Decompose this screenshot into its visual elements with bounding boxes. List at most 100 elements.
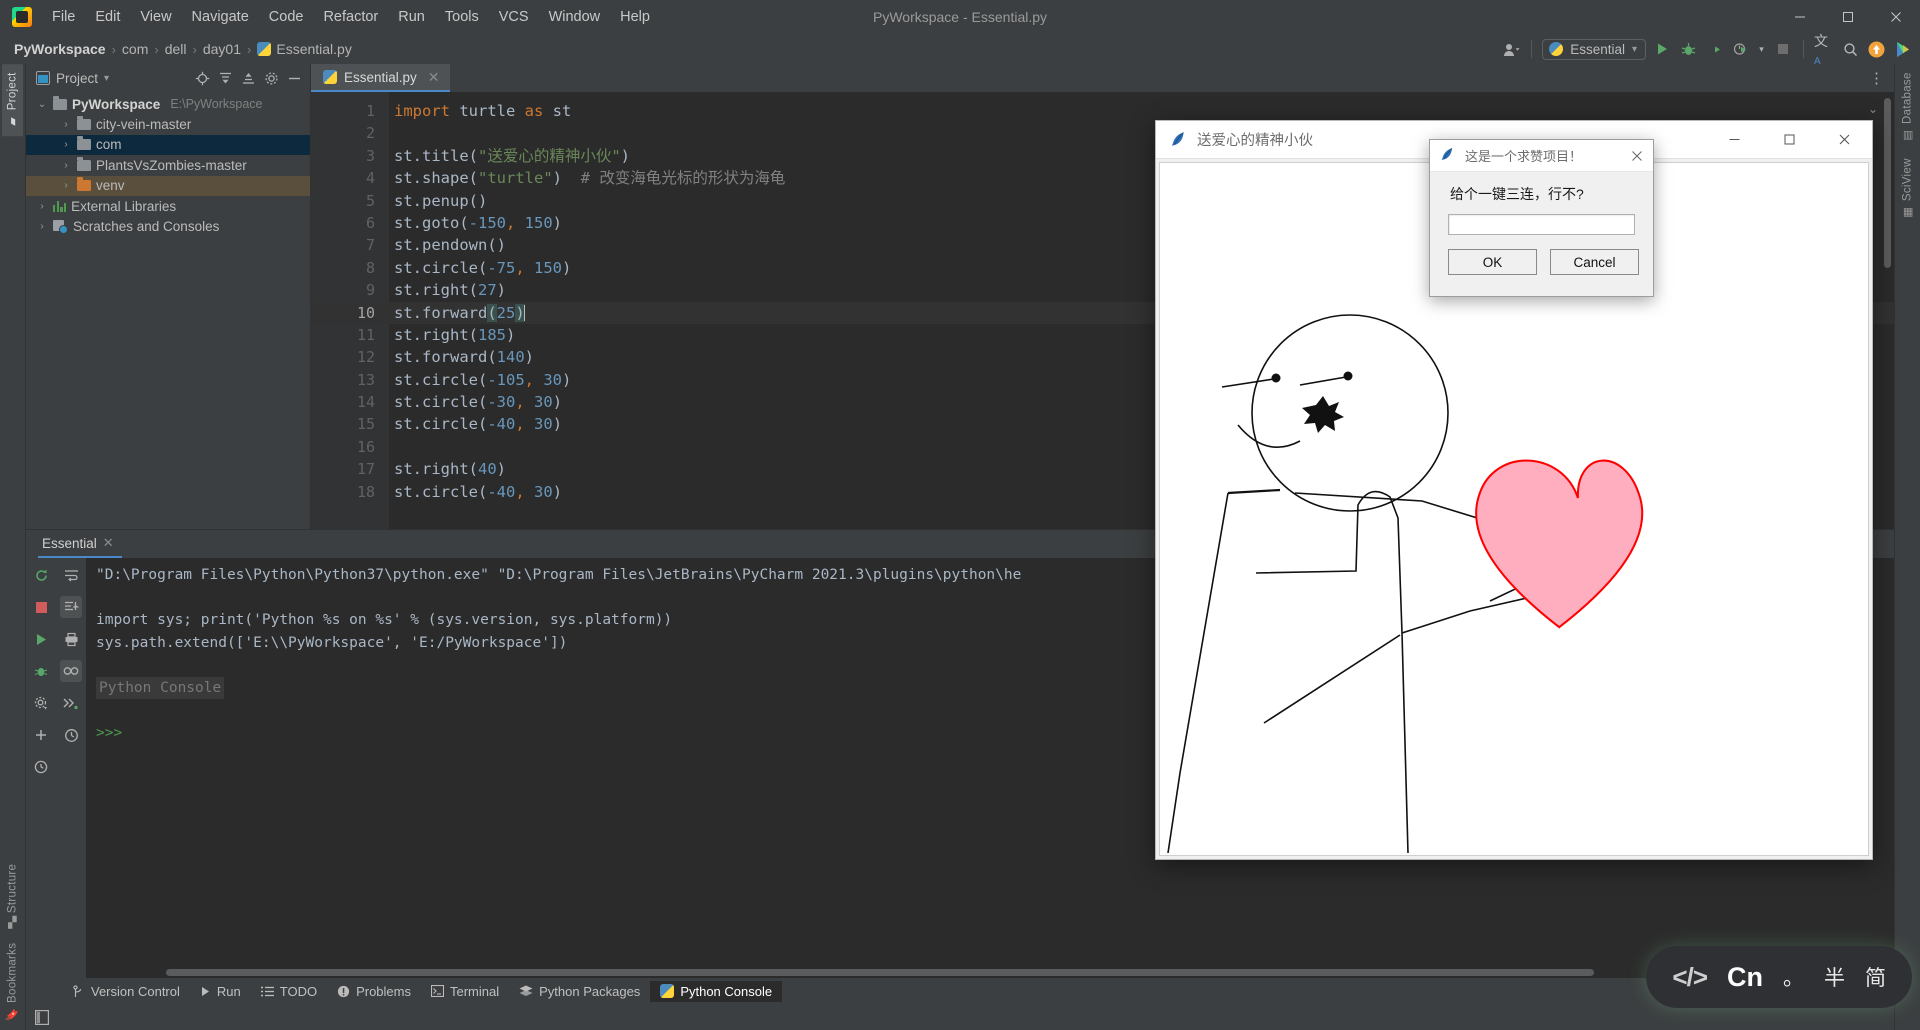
- history-icon[interactable]: [60, 724, 82, 746]
- run-icon[interactable]: [1652, 39, 1672, 59]
- ime-punctuation-button[interactable]: 。: [1783, 962, 1804, 992]
- breadcrumb-project[interactable]: PyWorkspace: [10, 41, 110, 57]
- chevron-right-icon[interactable]: ›: [60, 180, 72, 191]
- ime-toolbar[interactable]: </> Cn 。 半 简: [1646, 946, 1912, 1008]
- cancel-button[interactable]: Cancel: [1550, 249, 1639, 275]
- stop-icon[interactable]: [30, 596, 52, 618]
- account-icon[interactable]: [1501, 39, 1521, 59]
- ai-icon[interactable]: [1892, 39, 1912, 59]
- status-problems[interactable]: Problems: [327, 981, 421, 1002]
- stop-icon[interactable]: [1773, 39, 1793, 59]
- python-console-icon[interactable]: [60, 692, 82, 714]
- ime-script-button[interactable]: 简: [1865, 962, 1886, 992]
- tree-node-pyworkspace[interactable]: ⌄ PyWorkspace E:\PyWorkspace: [26, 94, 310, 114]
- menu-tools[interactable]: Tools: [435, 5, 489, 29]
- target-icon[interactable]: [192, 68, 212, 88]
- scroll-to-end-icon[interactable]: [60, 596, 82, 618]
- code-icon[interactable]: </>: [1672, 962, 1708, 993]
- history-clock-icon[interactable]: [30, 756, 52, 778]
- sidebar-item-sciview[interactable]: ▦ SciView: [1897, 150, 1918, 227]
- status-python-console[interactable]: Python Console: [650, 980, 783, 1002]
- breadcrumb-dell[interactable]: dell: [161, 41, 191, 57]
- menu-help[interactable]: Help: [610, 5, 660, 29]
- ime-language-button[interactable]: Cn: [1727, 962, 1763, 993]
- turtle-close-button[interactable]: [1817, 121, 1872, 158]
- expand-all-icon[interactable]: [238, 68, 258, 88]
- sidebar-item-project[interactable]: ▰ Project: [2, 64, 23, 137]
- ime-width-button[interactable]: 半: [1824, 962, 1845, 992]
- close-icon[interactable]: ✕: [103, 535, 114, 551]
- print-icon[interactable]: [60, 628, 82, 650]
- breadcrumb-com[interactable]: com: [118, 41, 152, 57]
- tree-node-external-libraries[interactable]: › External Libraries: [26, 196, 310, 216]
- turtle-maximize-button[interactable]: [1762, 121, 1817, 158]
- show-variables-icon[interactable]: [60, 660, 82, 682]
- add-icon[interactable]: [30, 724, 52, 746]
- menu-window[interactable]: Window: [539, 5, 611, 29]
- status-todo[interactable]: TODO: [251, 981, 327, 1002]
- status-version-control[interactable]: Version Control: [62, 981, 190, 1002]
- menu-edit[interactable]: Edit: [85, 5, 130, 29]
- dialog-text-input[interactable]: [1448, 214, 1635, 235]
- close-button[interactable]: [1872, 0, 1920, 34]
- sidebar-item-database[interactable]: ▤ Database: [1897, 64, 1918, 150]
- debug-icon[interactable]: [1678, 39, 1698, 59]
- minimize-button[interactable]: [1776, 0, 1824, 34]
- sidebar-item-structure[interactable]: ▞ Structure: [2, 856, 23, 935]
- project-pane-title-group[interactable]: Project ▾: [36, 71, 109, 86]
- console-horizontal-scrollbar[interactable]: [166, 969, 1594, 976]
- menu-file[interactable]: File: [42, 5, 85, 29]
- tree-node-venv[interactable]: › venv: [26, 175, 310, 196]
- status-terminal[interactable]: Terminal: [421, 981, 509, 1002]
- debug-icon[interactable]: [30, 660, 52, 682]
- tab-essential-console[interactable]: Essential ✕: [38, 532, 122, 558]
- coverage-icon[interactable]: [1704, 39, 1724, 59]
- gear-icon[interactable]: [261, 68, 281, 88]
- run-configuration-selector[interactable]: Essential ▾: [1542, 38, 1646, 60]
- tab-essential-py[interactable]: Essential.py ✕: [311, 64, 450, 92]
- update-icon[interactable]: [1866, 39, 1886, 59]
- tree-node-city-vein-master[interactable]: › city-vein-master: [26, 114, 310, 134]
- chevron-down-icon[interactable]: ⌄: [36, 99, 48, 110]
- layout-icon[interactable]: [32, 1007, 52, 1027]
- run-icon[interactable]: [30, 628, 52, 650]
- rerun-icon[interactable]: [30, 564, 52, 586]
- tree-node-plantsvszombies-master[interactable]: › PlantsVsZombies-master: [26, 155, 310, 175]
- soft-wrap-icon[interactable]: [60, 564, 82, 586]
- gear-icon[interactable]: [30, 692, 52, 714]
- profile-dropdown-icon[interactable]: ▾: [1756, 39, 1767, 59]
- menu-vcs[interactable]: VCS: [489, 5, 539, 29]
- menu-run[interactable]: Run: [388, 5, 435, 29]
- editor-scrollbar-thumb[interactable]: [1884, 98, 1891, 268]
- status-run[interactable]: Run: [190, 981, 251, 1002]
- chevron-right-icon[interactable]: ›: [60, 160, 72, 171]
- fold-chevron-icon[interactable]: ⌄: [1868, 102, 1878, 116]
- maximize-button[interactable]: [1824, 0, 1872, 34]
- input-dialog[interactable]: 这是一个求赞项目！ 给个一键三连，行不? OK Cancel: [1429, 139, 1654, 297]
- chevron-right-icon[interactable]: ›: [60, 119, 72, 130]
- sidebar-item-bookmarks[interactable]: 🔖 Bookmarks: [2, 935, 23, 1030]
- ok-button[interactable]: OK: [1448, 249, 1537, 275]
- translate-icon[interactable]: 文A: [1814, 33, 1834, 67]
- menu-view[interactable]: View: [130, 5, 181, 29]
- hide-pane-icon[interactable]: [284, 68, 304, 88]
- dialog-close-button[interactable]: [1621, 140, 1653, 171]
- breadcrumb-day01[interactable]: day01: [199, 41, 245, 57]
- profile-icon[interactable]: [1730, 39, 1750, 59]
- chevron-right-icon[interactable]: ›: [36, 201, 48, 212]
- chevron-right-icon[interactable]: ›: [36, 221, 48, 232]
- breadcrumb-file[interactable]: Essential.py: [253, 41, 355, 57]
- close-icon[interactable]: ✕: [428, 69, 440, 86]
- status-python-packages[interactable]: Python Packages: [509, 981, 650, 1002]
- menu-code[interactable]: Code: [259, 5, 314, 29]
- turtle-minimize-button[interactable]: [1707, 121, 1762, 158]
- search-icon[interactable]: [1840, 39, 1860, 59]
- editor-scrollbar[interactable]: [1882, 92, 1894, 529]
- chevron-right-icon[interactable]: ›: [60, 139, 72, 150]
- menu-refactor[interactable]: Refactor: [313, 5, 388, 29]
- more-vertical-icon[interactable]: ⋮: [1866, 68, 1886, 88]
- menu-navigate[interactable]: Navigate: [182, 5, 259, 29]
- tree-node-com[interactable]: › com: [26, 134, 310, 156]
- collapse-all-icon[interactable]: [215, 68, 235, 88]
- tree-node-scratches-and-consoles[interactable]: › Scratches and Consoles: [26, 216, 310, 236]
